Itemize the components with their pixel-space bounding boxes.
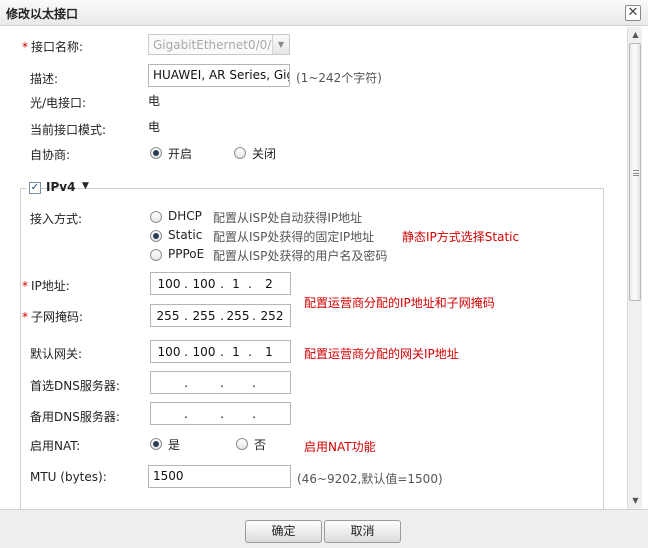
subnet-mask-label-text: 子网掩码:: [31, 310, 84, 324]
current-mode-label: 当前接口模式:: [30, 123, 107, 137]
scroll-down-icon[interactable]: ▼: [628, 494, 643, 508]
mask-octet-2: 255: [192, 309, 216, 323]
interface-name-value: GigabitEthernet0/0/1: [153, 38, 279, 52]
mask-octet-3: 255: [226, 309, 250, 323]
ip-octet-4: 2: [265, 277, 273, 291]
gateway-input[interactable]: 100 . 100 . 1 . 1: [150, 340, 291, 363]
gateway-label: 默认网关:: [30, 347, 83, 361]
dns2-dot: .: [220, 407, 224, 421]
gw-octet-1: 100: [157, 345, 181, 359]
ip-dot: .: [248, 277, 252, 291]
gw-octet-2: 100: [192, 345, 216, 359]
port-type-label: 光/电接口:: [30, 96, 87, 110]
secondary-dns-input[interactable]: . . .: [150, 402, 291, 425]
access-static-desc: 配置从ISP处获得的固定IP地址: [213, 230, 375, 244]
access-static-radio[interactable]: [150, 230, 162, 242]
gw-octet-4: 1: [265, 345, 273, 359]
nat-no-radio[interactable]: [236, 438, 248, 450]
close-icon[interactable]: ✕: [625, 5, 641, 21]
auto-negotiation-label: 自协商:: [30, 148, 71, 162]
access-dhcp-desc: 配置从ISP处自动获得IP地址: [213, 211, 363, 225]
ip-mask-note: 配置运营商分配的IP地址和子网掩码: [304, 296, 495, 310]
mtu-input[interactable]: 1500: [148, 465, 291, 488]
description-input[interactable]: HUAWEI, AR Series, Gigal: [148, 64, 290, 87]
dns1-dot: .: [252, 376, 256, 390]
access-static-label: Static: [168, 228, 203, 242]
description-hint: (1~242个字符): [296, 71, 382, 85]
access-pppoe-label: PPPoE: [168, 247, 205, 261]
access-static-note: 静态IP方式选择Static: [402, 230, 520, 244]
interface-name-label-text: 接口名称:: [31, 40, 84, 54]
nat-no-label: 否: [254, 438, 267, 452]
dialog-footer: 确定 取消: [0, 509, 648, 548]
primary-dns-input[interactable]: . . .: [150, 371, 291, 394]
dns1-dot: .: [184, 376, 188, 390]
current-mode-value: 电: [148, 120, 161, 134]
mtu-label: MTU (bytes):: [30, 470, 107, 484]
primary-dns-label: 首选DNS服务器:: [30, 379, 120, 393]
cancel-button[interactable]: 取消: [324, 520, 401, 543]
access-method-label: 接入方式:: [30, 212, 83, 226]
gw-dot: .: [248, 345, 252, 359]
vertical-scrollbar[interactable]: ▲ ▼: [627, 27, 642, 509]
ipv4-checkbox[interactable]: ✓: [29, 182, 41, 194]
expand-arrow-icon[interactable]: ▼: [82, 181, 89, 191]
gateway-note: 配置运营商分配的网关IP地址: [304, 347, 459, 361]
grip-icon: [633, 170, 639, 176]
subnet-mask-label: * 子网掩码:: [22, 308, 83, 325]
access-pppoe-desc: 配置从ISP处获得的用户名及密码: [213, 249, 388, 263]
ipv4-legend: ✓ IPv4 ▼: [26, 179, 89, 197]
interface-name-label: * 接口名称:: [22, 38, 83, 55]
dns2-dot: .: [252, 407, 256, 421]
ip-octet-2: 100: [192, 277, 216, 291]
auto-negotiation-on-radio[interactable]: [150, 147, 162, 159]
interface-name-select: GigabitEthernet0/0/1 ▼: [148, 34, 290, 55]
auto-negotiation-off-label: 关闭: [252, 147, 277, 161]
dns1-dot: .: [220, 376, 224, 390]
mask-octet-1: 255: [156, 309, 180, 323]
secondary-dns-label: 备用DNS服务器:: [30, 410, 120, 424]
ip-address-input[interactable]: 100 . 100 . 1 . 2: [150, 272, 291, 295]
required-mark: *: [22, 40, 28, 54]
description-label: 描述:: [30, 72, 59, 86]
scrollbar-thumb[interactable]: [629, 43, 641, 301]
dialog-title: 修改以太接口: [6, 7, 79, 21]
required-mark: *: [22, 279, 28, 293]
nat-yes-radio[interactable]: [150, 438, 162, 450]
ok-button[interactable]: 确定: [245, 520, 322, 543]
ip-octet-3: 1: [232, 277, 240, 291]
ip-octet-1: 100: [157, 277, 181, 291]
subnet-mask-input[interactable]: 255 . 255 . 255 . 252: [150, 304, 291, 327]
nat-label: 启用NAT:: [30, 439, 81, 453]
access-dhcp-radio[interactable]: [150, 211, 162, 223]
gw-octet-3: 1: [232, 345, 240, 359]
nat-note: 启用NAT功能: [304, 440, 376, 454]
access-pppoe-radio[interactable]: [150, 249, 162, 261]
ip-address-label: * IP地址:: [22, 277, 70, 294]
chevron-down-icon: ▼: [272, 35, 289, 54]
scroll-up-icon[interactable]: ▲: [628, 28, 643, 42]
nat-yes-label: 是: [168, 438, 181, 452]
mtu-hint: (46~9202,默认值=1500): [297, 472, 443, 486]
required-mark: *: [22, 310, 28, 324]
ip-address-label-text: IP地址:: [31, 279, 70, 293]
auto-negotiation-on-label: 开启: [168, 147, 193, 161]
port-type-value: 电: [148, 94, 161, 108]
dialog-content: * 接口名称: GigabitEthernet0/0/1 ▼ 描述: HUAWEI…: [0, 27, 627, 509]
mask-octet-4: 252: [260, 309, 284, 323]
dialog-titlebar: 修改以太接口 ✕: [0, 0, 648, 26]
auto-negotiation-off-radio[interactable]: [234, 147, 246, 159]
access-dhcp-label: DHCP: [168, 209, 202, 223]
dns2-dot: .: [184, 407, 188, 421]
ipv4-label: IPv4: [46, 180, 76, 194]
